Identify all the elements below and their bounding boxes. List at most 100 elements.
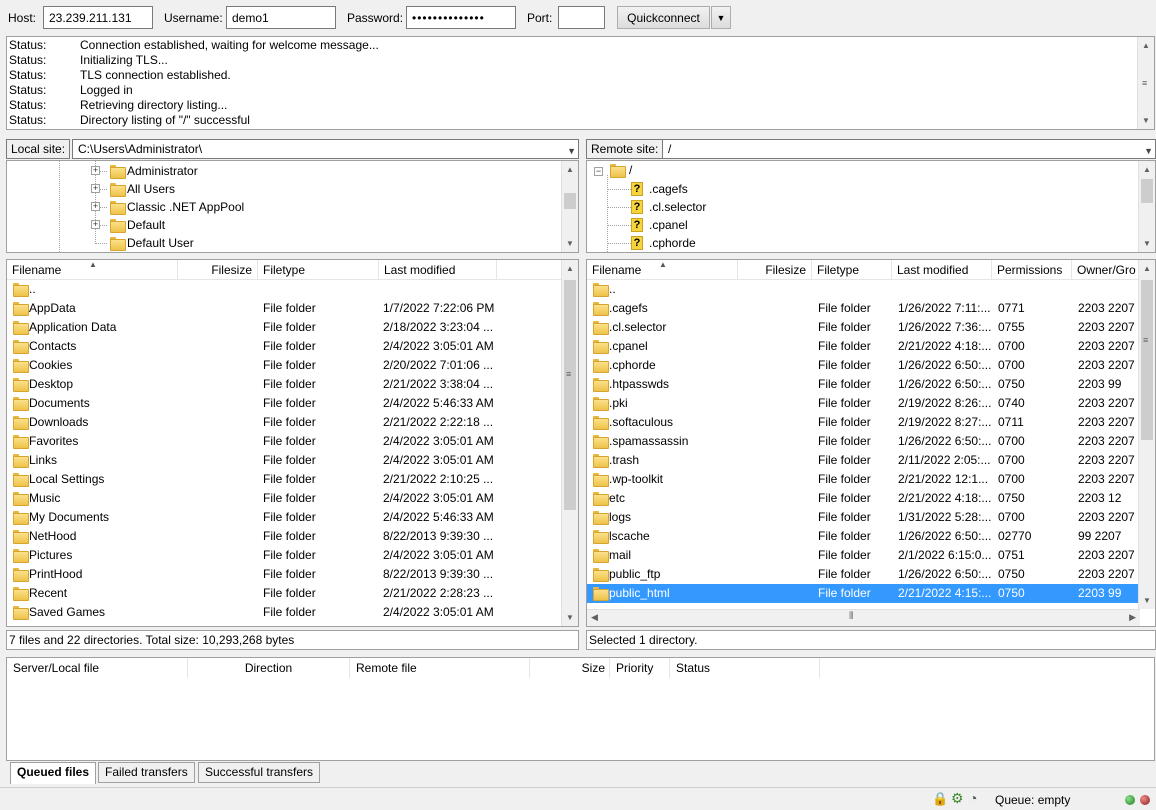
queue-column-direction[interactable]: Direction <box>188 658 350 678</box>
lock-icon[interactable]: 🔒 <box>932 791 948 807</box>
local-tree-scrollbar[interactable]: ▲ ▼ <box>561 161 578 252</box>
scroll-down-icon[interactable]: ▼ <box>562 235 578 252</box>
scroll-thumb[interactable] <box>564 280 576 510</box>
scroll-up-icon[interactable]: ▲ <box>562 260 578 277</box>
remote-file-row[interactable]: .trash File folder 2/11/2022 2:05:... 0700 2… <box>587 451 1139 470</box>
local-tree-item[interactable]: Default User <box>127 234 194 252</box>
transfer-queue[interactable]: Server/Local file Direction Remote file … <box>6 657 1155 761</box>
local-file-row[interactable]: My Documents File folder 2/4/2022 5:46:33 … <box>7 508 562 527</box>
queue-column-status[interactable]: Status <box>670 658 820 678</box>
chevron-down-icon[interactable]: ▼ <box>1144 142 1153 160</box>
local-file-list[interactable]: Filename ▲ Filesize Filetype Last modifi… <box>6 259 579 627</box>
remote-tree-scrollbar[interactable]: ▲ ▼ <box>1138 161 1155 252</box>
scroll-right-icon[interactable]: ▶ <box>1129 612 1136 623</box>
expand-icon[interactable]: + <box>91 184 100 193</box>
remote-file-row[interactable]: logs File folder 1/31/2022 5:28:... 0700 220… <box>587 508 1139 527</box>
local-file-row[interactable]: Music File folder 2/4/2022 3:05:01 AM <box>7 489 562 508</box>
remote-tree-item[interactable]: .cl.selector <box>649 198 706 216</box>
remote-file-row[interactable]: lscache File folder 1/26/2022 6:50:... 0277… <box>587 527 1139 546</box>
scroll-down-icon[interactable]: ▼ <box>562 609 578 626</box>
column-permissions[interactable]: Permissions <box>992 260 1072 280</box>
host-input[interactable] <box>43 6 153 29</box>
message-log[interactable]: Status: Connection established, waiting f… <box>6 36 1155 130</box>
local-file-row[interactable]: Desktop File folder 2/21/2022 3:38:04 ... <box>7 375 562 394</box>
scroll-down-icon[interactable]: ▼ <box>1138 112 1154 129</box>
column-filetype[interactable]: Filetype <box>812 260 892 280</box>
local-file-row[interactable]: NetHood File folder 8/22/2013 9:39:30 ... <box>7 527 562 546</box>
queue-column-size[interactable]: Size <box>530 658 610 678</box>
scroll-left-icon[interactable]: ◀ <box>591 612 598 623</box>
gear-icon[interactable]: ⚙ <box>951 790 964 807</box>
remote-file-list[interactable]: Filename ▲ Filesize Filetype Last modifi… <box>586 259 1156 627</box>
quickconnect-dropdown-button[interactable]: ▼ <box>711 6 731 29</box>
local-file-row[interactable]: Contacts File folder 2/4/2022 3:05:01 AM <box>7 337 562 356</box>
local-file-row[interactable]: Favorites File folder 2/4/2022 3:05:01 AM <box>7 432 562 451</box>
remote-tree-root[interactable]: / <box>629 161 632 179</box>
local-file-row[interactable]: PrintHood File folder 8/22/2013 9:39:30 ..… <box>7 565 562 584</box>
queue-column-remote-file[interactable]: Remote file <box>350 658 530 678</box>
local-file-row[interactable]: Saved Games File folder 2/4/2022 3:05:01 A… <box>7 603 562 622</box>
local-file-row[interactable]: Downloads File folder 2/21/2022 2:22:18 ..… <box>7 413 562 432</box>
local-file-row[interactable]: AppData File folder 1/7/2022 7:22:06 PM <box>7 299 562 318</box>
remote-file-row[interactable]: .cpanel File folder 2/21/2022 4:18:... 0700… <box>587 337 1139 356</box>
remote-tree-item[interactable]: .cphorde <box>649 234 696 252</box>
remote-path-input[interactable]: / ▼ <box>662 139 1156 159</box>
tab-failed-transfers[interactable]: Failed transfers <box>98 762 195 783</box>
remote-file-row[interactable]: etc File folder 2/21/2022 4:18:... 0750 2203… <box>587 489 1139 508</box>
remote-file-row-selected[interactable]: public_html File folder 2/21/2022 4:15:...… <box>587 584 1139 603</box>
remote-file-row[interactable]: .pki File folder 2/19/2022 8:26:... 0740 220… <box>587 394 1139 413</box>
remote-file-row[interactable]: mail File folder 2/1/2022 6:15:0... 0751 220… <box>587 546 1139 565</box>
remote-file-row[interactable]: .htpasswds File folder 1/26/2022 6:50:... 0… <box>587 375 1139 394</box>
column-filesize[interactable]: Filesize <box>178 260 258 280</box>
local-file-row[interactable]: Cookies File folder 2/20/2022 7:01:06 ... <box>7 356 562 375</box>
remote-tree-item[interactable]: .cpanel <box>649 216 688 234</box>
remote-file-row[interactable]: .spamassassin File folder 1/26/2022 6:50:.… <box>587 432 1139 451</box>
local-tree-item[interactable]: Classic .NET AppPool <box>127 198 244 216</box>
remote-file-row[interactable]: .cl.selector File folder 1/26/2022 7:36:..… <box>587 318 1139 337</box>
message-log-scrollbar[interactable]: ▲ ≡ ▼ <box>1137 37 1154 129</box>
remote-file-row[interactable]: public_ftp File folder 1/26/2022 6:50:... 0… <box>587 565 1139 584</box>
local-directory-tree[interactable]: + Administrator + All Users + Classic .NET Ap… <box>6 160 579 253</box>
local-file-row[interactable]: Recent File folder 2/21/2022 2:28:23 ... <box>7 584 562 603</box>
scroll-up-icon[interactable]: ▲ <box>1139 260 1155 277</box>
scroll-thumb[interactable] <box>564 193 576 209</box>
username-input[interactable] <box>226 6 336 29</box>
expand-icon[interactable]: + <box>91 202 100 211</box>
speed-limit-icon[interactable]: ◔ <box>969 790 977 806</box>
expand-icon[interactable]: + <box>91 220 100 229</box>
local-file-row[interactable]: Application Data File folder 2/18/2022 3:2… <box>7 318 562 337</box>
quickconnect-button[interactable]: Quickconnect <box>617 6 710 29</box>
remote-tree-item[interactable]: .cagefs <box>649 180 688 198</box>
collapse-icon[interactable]: − <box>594 167 603 176</box>
remote-file-row[interactable]: .. <box>587 280 1139 299</box>
local-file-row[interactable]: Documents File folder 2/4/2022 5:46:33 AM <box>7 394 562 413</box>
port-input[interactable] <box>558 6 605 29</box>
column-last-modified[interactable]: Last modified <box>379 260 497 280</box>
remote-list-scrollbar[interactable]: ▲ ≡ ▼ <box>1138 260 1155 609</box>
local-tree-item[interactable]: All Users <box>127 180 175 198</box>
local-file-row[interactable]: Local Settings File folder 2/21/2022 2:10:… <box>7 470 562 489</box>
remote-list-hscrollbar[interactable]: ◀ ⦀ ▶ <box>587 609 1140 626</box>
scroll-thumb[interactable] <box>1141 280 1153 440</box>
tab-queued-files[interactable]: Queued files <box>10 762 97 784</box>
scroll-down-icon[interactable]: ▼ <box>1139 235 1155 252</box>
local-file-row[interactable]: .. <box>7 280 562 299</box>
remote-file-row[interactable]: .cagefs File folder 1/26/2022 7:11:... 0771… <box>587 299 1139 318</box>
tab-successful-transfers[interactable]: Successful transfers <box>198 762 321 783</box>
expand-icon[interactable]: + <box>91 166 100 175</box>
scroll-down-icon[interactable]: ▼ <box>1139 592 1155 609</box>
column-filetype[interactable]: Filetype <box>258 260 379 280</box>
remote-file-row[interactable]: .wp-toolkit File folder 2/21/2022 12:1... 0… <box>587 470 1139 489</box>
remote-file-row[interactable]: .cphorde File folder 1/26/2022 6:50:... 070… <box>587 356 1139 375</box>
local-file-row[interactable]: Pictures File folder 2/4/2022 3:05:01 AM <box>7 546 562 565</box>
column-last-modified[interactable]: Last modified <box>892 260 992 280</box>
column-filesize[interactable]: Filesize <box>738 260 812 280</box>
password-input[interactable] <box>406 6 516 29</box>
scroll-thumb[interactable] <box>1141 179 1153 203</box>
local-path-input[interactable]: C:\Users\Administrator\ ▼ <box>72 139 579 159</box>
queue-column-server-local[interactable]: Server/Local file <box>7 658 188 678</box>
scroll-up-icon[interactable]: ▲ <box>1139 161 1155 178</box>
queue-column-priority[interactable]: Priority <box>610 658 670 678</box>
local-list-scrollbar[interactable]: ▲ ≡ ▼ <box>561 260 578 626</box>
remote-file-row[interactable]: .softaculous File folder 2/19/2022 8:27:..… <box>587 413 1139 432</box>
